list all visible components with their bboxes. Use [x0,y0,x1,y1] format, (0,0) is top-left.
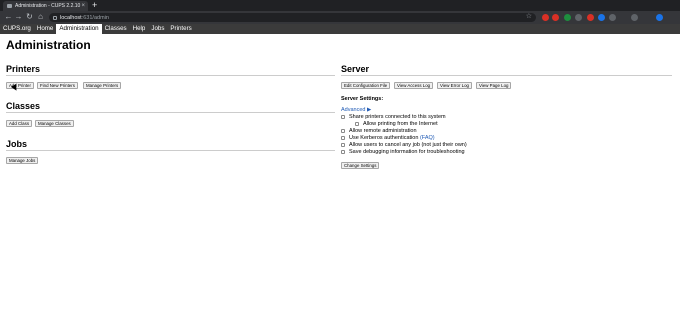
close-tab-icon[interactable]: × [81,3,85,9]
nav-item-home[interactable]: Home [34,24,57,34]
extension-icon[interactable] [609,14,616,21]
option-label-text: Use Kerberos authentication [349,135,419,141]
option-label: Share printers connected to this system [349,114,446,120]
option-label-text: Allow printing from the Internet [363,121,438,127]
profile-icon[interactable] [656,14,663,21]
reload-icon[interactable]: ↻ [25,12,34,22]
faq-link[interactable]: (FAQ) [420,135,435,141]
manage-printers-button[interactable]: Manage Printers [83,82,122,89]
option-checkbox[interactable] [341,150,345,154]
manage-jobs-button[interactable]: Manage Jobs [6,157,39,164]
manage-classes-button[interactable]: Manage Classes [35,120,74,127]
extension-icon[interactable] [598,14,605,21]
nav-item-classes[interactable]: Classes [102,24,130,34]
address-bar[interactable]: localhost :631/admin ☆ [49,13,536,22]
printer-favicon-icon [7,4,12,8]
extension-icon[interactable] [564,14,571,21]
option-label-text: Allow remote administration [349,128,417,134]
browser-tab[interactable]: Administration - CUPS 2.2.10 × [3,1,88,11]
browser-toolbar: ← → ↻ ⌂ localhost :631/admin ☆ [0,11,680,24]
find-new-printers-button[interactable]: Find New Printers [37,82,78,89]
nav-item-jobs[interactable]: Jobs [148,24,167,34]
page-title: Administration [6,38,91,52]
printers-heading: Printers [6,64,41,74]
option-checkbox[interactable] [341,129,345,133]
server-heading: Server [341,64,370,74]
printers-divider [6,75,335,76]
extension-icon[interactable] [542,14,549,21]
server-divider [341,75,672,76]
advanced-link[interactable]: Advanced ▶ [341,107,371,113]
view-access-log-button[interactable]: View Access Log [394,82,434,89]
server-settings-label: Server Settings: [341,96,384,102]
nav-item-printers[interactable]: Printers [167,24,194,34]
option-label: Allow remote administration [349,128,417,134]
option-label: Allow printing from the Internet [363,121,438,127]
classes-heading: Classes [6,101,41,111]
extension-icon[interactable] [552,14,559,21]
option-label-text: Share printers connected to this system [349,114,446,120]
url-path: :631/admin [81,14,109,21]
tab-title: Administration - CUPS 2.2.10 [15,3,81,9]
change-settings-button[interactable]: Change Settings [341,162,380,169]
jobs-divider [6,150,335,151]
option-label: Save debugging information for troublesh… [349,149,465,155]
nav-item-cups-org[interactable]: CUPS.org [0,24,34,34]
cups-nav-bar: CUPS.org Home Administration Classes Help Job… [0,24,680,34]
nav-item-administration[interactable]: Administration [56,24,102,34]
extension-icon[interactable] [631,14,638,21]
nav-item-help[interactable]: Help [130,24,149,34]
option-label: Allow users to cancel any job (not just … [349,142,467,148]
new-tab-icon[interactable]: + [92,0,97,11]
home-icon[interactable]: ⌂ [36,12,45,22]
jobs-heading: Jobs [6,139,28,149]
browser-tab-bar: Administration - CUPS 2.2.10 × + [0,0,680,11]
extension-icon[interactable] [575,14,582,21]
view-page-log-button[interactable]: View Page Log [476,82,512,89]
add-printer-button[interactable]: Add Printer [6,82,34,89]
option-label: Use Kerberos authentication (FAQ) [349,135,435,141]
back-icon[interactable]: ← [4,12,13,22]
url-host: localhost [60,14,82,21]
add-class-button[interactable]: Add Class [6,120,33,127]
view-error-log-button[interactable]: View Error Log [437,82,472,89]
edit-configuration-file-button[interactable]: Edit Configuration File [341,82,391,89]
option-checkbox[interactable] [341,136,345,140]
option-label-text: Allow users to cancel any job (not just … [349,142,467,148]
option-checkbox[interactable] [355,122,359,126]
extension-icon[interactable] [587,14,594,21]
classes-divider [6,112,335,113]
option-checkbox[interactable] [341,115,345,119]
option-label-text: Save debugging information for troublesh… [349,149,465,155]
info-icon[interactable] [53,15,57,20]
bookmark-star-icon[interactable]: ☆ [526,12,532,20]
forward-icon[interactable]: → [14,12,23,22]
option-checkbox[interactable] [341,143,345,147]
